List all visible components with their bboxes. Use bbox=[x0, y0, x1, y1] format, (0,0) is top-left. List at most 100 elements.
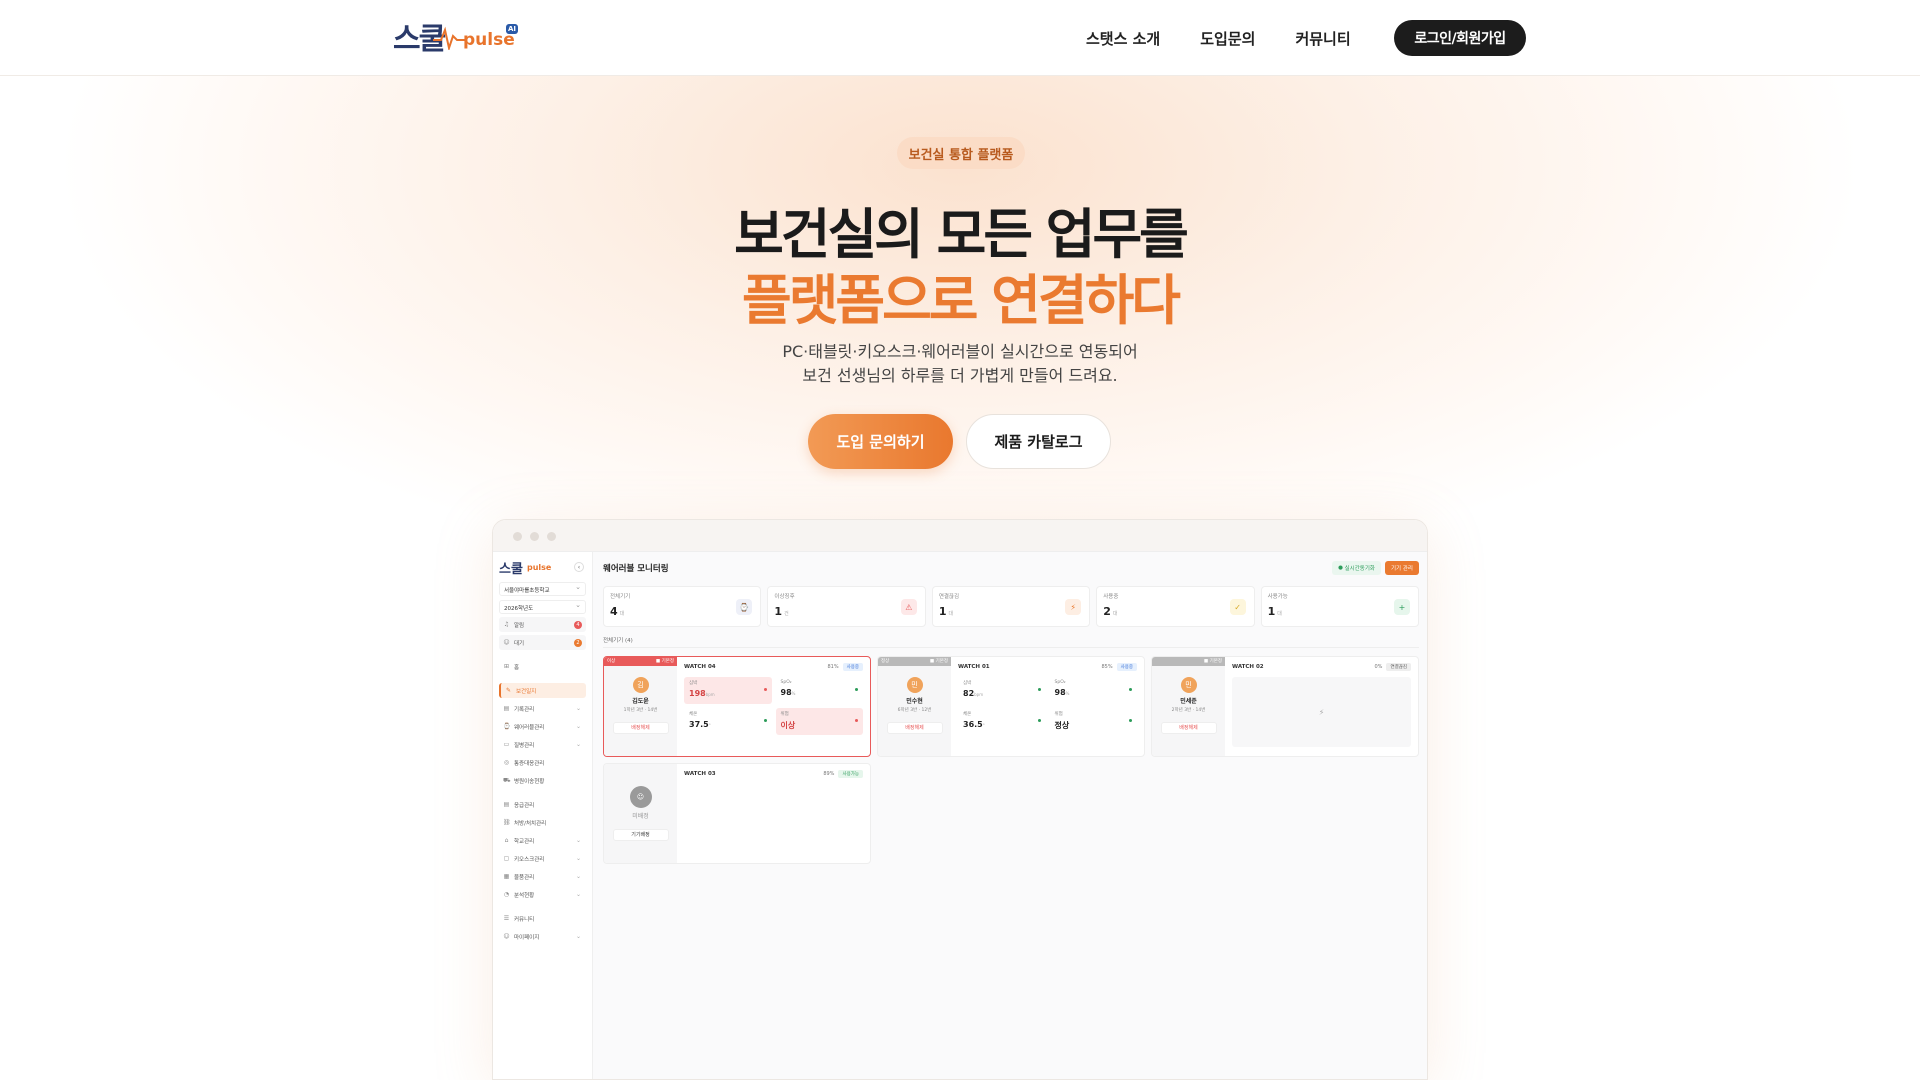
stat-value: 1대 bbox=[1268, 605, 1412, 618]
hero-badge: 보건실 통합 플랫폼 bbox=[897, 137, 1025, 169]
student-name: 미배정 bbox=[632, 813, 649, 820]
unassign-button[interactable]: 배정해제 bbox=[612, 722, 669, 734]
page-title: 웨어러블 모니터링 bbox=[603, 564, 669, 574]
collapse-icon[interactable]: ‹ bbox=[574, 562, 584, 572]
device-name: WATCH 04 bbox=[684, 664, 716, 670]
nav-item-community[interactable]: 커뮤니티 bbox=[1295, 28, 1350, 49]
stat-label: 연결끊김 bbox=[938, 594, 960, 600]
stat-number: 1 bbox=[1267, 605, 1276, 618]
sidebar-item-label: 키오스크관리 bbox=[514, 856, 545, 863]
stat-unit: 대 bbox=[948, 611, 954, 617]
device-card: ☺ 미배정 기기배정 WATCH 03 89% 사용가능 bbox=[603, 763, 871, 864]
window-dot bbox=[530, 532, 539, 541]
edit-icon: ✎ bbox=[505, 687, 512, 694]
card-status-tag: 정상 ■ 기본정 bbox=[878, 657, 951, 666]
student-class: 1학년 3반 · 14번 bbox=[623, 708, 658, 713]
stat-value: 4대 bbox=[610, 605, 754, 618]
vital-unit: % bbox=[1065, 691, 1070, 696]
stat-card: 연결끊김 1 대 ⚡ bbox=[931, 586, 1091, 627]
sidebar-item[interactable]: ▤ 기록관리 ⌄ bbox=[499, 701, 586, 716]
sidebar-item-label: 학교관리 bbox=[514, 838, 535, 845]
realtime-sync-label: 실시간동기화 bbox=[1344, 566, 1375, 572]
nav-item-intro[interactable]: 스탯스 소개 bbox=[1086, 28, 1160, 49]
vital-unit: bpm bbox=[705, 692, 715, 697]
sidebar-item-label: 기록관리 bbox=[514, 706, 535, 713]
unassign-button[interactable]: 배정해제 bbox=[886, 722, 943, 734]
vital-unit: ° bbox=[982, 723, 985, 728]
vital-value: 98% bbox=[781, 688, 859, 697]
status-dot bbox=[855, 688, 858, 691]
sidebar-item-label: 병원이송현황 bbox=[514, 778, 545, 785]
device-card: ■ 기본정 민 민세준 2학년 3반 · 14번 배정해제 WATCH 02 0% 연결끊김 ⚡ bbox=[1151, 656, 1419, 757]
sidebar-item[interactable]: ⌂ 학교관리 ⌄ bbox=[499, 833, 586, 848]
sidebar-item[interactable]: ▤ 응급관리 bbox=[499, 797, 586, 812]
vital-value: 정상 bbox=[1055, 720, 1133, 731]
stat-number: 1 bbox=[774, 605, 783, 618]
monitor-icon: ▢ bbox=[503, 855, 510, 862]
realtime-sync-button[interactable]: ● 실시간동기화 bbox=[1332, 561, 1381, 575]
sidebar-item[interactable]: ⛓ 처방/처치관리 bbox=[499, 815, 586, 830]
tag-right: ■ 기본정 bbox=[655, 659, 674, 664]
card-student: ☺ 미배정 기기배정 bbox=[604, 764, 677, 863]
sidebar-item[interactable]: ◎ 통증대응관리 bbox=[499, 755, 586, 770]
sidebar-item[interactable]: ☰ 커뮤니티 bbox=[499, 911, 586, 926]
sidebar-alert-1[interactable]: ☺ 대기 2 bbox=[499, 635, 586, 650]
sidebar-item[interactable]: ⌚ 웨어러블관리 ⌄ bbox=[499, 719, 586, 734]
vital-label: 체온 bbox=[689, 712, 698, 717]
vital-label: 위험 bbox=[1054, 712, 1063, 717]
sidebar-item-home[interactable]: ⊞ 홈 bbox=[499, 659, 586, 674]
sidebar-item[interactable]: ⛟ 병원이송현황 bbox=[499, 773, 586, 788]
device-manage-button[interactable]: 기기 관리 bbox=[1385, 561, 1419, 575]
status-dot bbox=[1129, 688, 1132, 691]
chat-icon: ☰ bbox=[503, 915, 510, 922]
device-meta: 81% 사용중 bbox=[827, 663, 863, 671]
card-student: 이상 ■ 기본정 김 김도윤 1학년 3반 · 14번 배정해제 bbox=[604, 657, 677, 756]
status-dot bbox=[855, 719, 858, 722]
sidebar-item[interactable]: ☺ 마이페이지 ⌄ bbox=[499, 929, 586, 944]
section-label: 전체기기 (4) bbox=[603, 636, 1419, 648]
sidebar-logo-pulse: pulse bbox=[527, 563, 552, 572]
stat-value: 1대 bbox=[939, 605, 1083, 618]
year-select[interactable]: 2026학년도 bbox=[499, 600, 586, 614]
device-card: 이상 ■ 기본정 김 김도윤 1학년 3반 · 14번 배정해제 WATCH 04 81% 사용… bbox=[603, 656, 871, 757]
status-chip: 사용중 bbox=[842, 663, 863, 671]
school-select[interactable]: 서울야마를초등학교 bbox=[499, 582, 586, 596]
vital-metric: 심박 198bpm bbox=[684, 677, 772, 704]
vital-label: SpO₂ bbox=[1054, 680, 1066, 685]
inquiry-button[interactable]: 도입 문의하기 bbox=[808, 414, 953, 469]
sidebar-item-label: 보건일지 bbox=[516, 688, 537, 695]
nav-item-inquiry[interactable]: 도입문의 bbox=[1200, 28, 1255, 49]
vital-metric: SpO₂ 98% bbox=[1049, 677, 1137, 704]
battery-level: 81% bbox=[827, 664, 839, 670]
sidebar-item[interactable]: ✎ 보건일지 bbox=[499, 683, 586, 698]
dashboard-main: 웨어러블 모니터링 ● 실시간동기화 기기 관리 전체기기 4 대 ⌚ 이상징후 1 건 ⚠ 연… bbox=[593, 552, 1427, 1079]
vital-number: 이상 bbox=[780, 721, 796, 730]
user-icon: ☺ bbox=[503, 639, 510, 646]
window-titlebar bbox=[493, 520, 1427, 552]
vital-number: 98 bbox=[780, 688, 792, 697]
assign-device-button[interactable]: 기기배정 bbox=[612, 829, 669, 841]
sidebar-item[interactable]: ▦ 물품관리 ⌄ bbox=[499, 869, 586, 884]
chevron-down-icon: ⌄ bbox=[575, 705, 581, 712]
alarm-icon: ⚠ bbox=[900, 599, 917, 615]
login-signup-button[interactable]: 로그인/회원가입 bbox=[1394, 20, 1526, 56]
count-badge: 2 bbox=[574, 638, 582, 647]
status-chip: 사용중 bbox=[1116, 663, 1137, 671]
device-header: WATCH 03 89% 사용가능 bbox=[684, 770, 863, 778]
vital-metric: 위험 이상 bbox=[775, 708, 863, 735]
sidebar-item[interactable]: ▭ 질병관리 ⌄ bbox=[499, 737, 586, 752]
sidebar-item[interactable]: ◔ 분석현황 ⌄ bbox=[499, 887, 586, 902]
unassign-button[interactable]: 배정해제 bbox=[1160, 722, 1217, 734]
vital-label: 심박 bbox=[963, 681, 972, 686]
battery-level: 0% bbox=[1374, 664, 1383, 670]
logo[interactable]: 스쿨 pulse AI bbox=[393, 12, 523, 62]
sidebar-alert-0[interactable]: ♫ 알림 4 bbox=[499, 617, 586, 632]
vital-metric: 심박 82bpm bbox=[958, 677, 1046, 704]
student-name: 김도윤 bbox=[632, 698, 649, 705]
vital-value: 36.5° bbox=[963, 720, 1041, 729]
sidebar-item[interactable]: ▢ 키오스크관리 ⌄ bbox=[499, 851, 586, 866]
catalog-button[interactable]: 제품 카탈로그 bbox=[966, 414, 1111, 469]
student-class: 2학년 3반 · 14번 bbox=[1171, 708, 1206, 713]
vital-value: 82bpm bbox=[963, 689, 1041, 698]
status-dot bbox=[763, 688, 767, 691]
